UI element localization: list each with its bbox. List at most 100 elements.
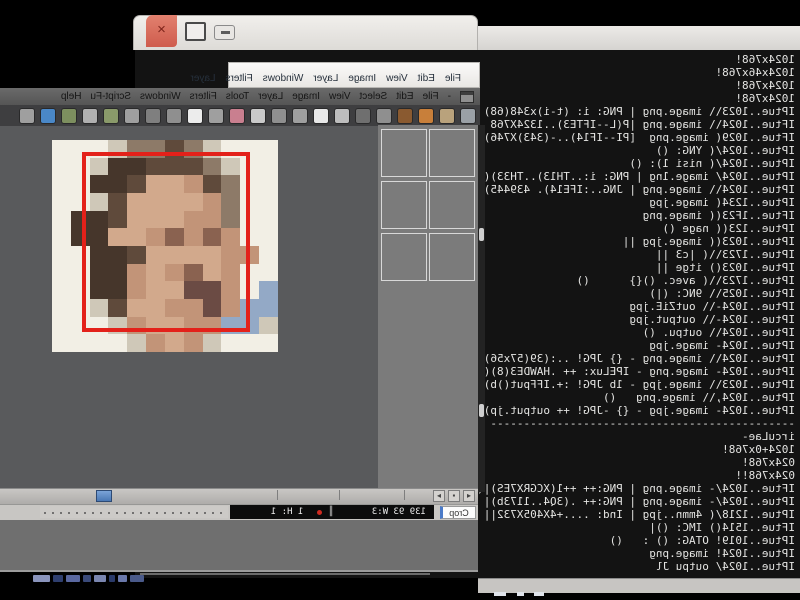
thumbnail-th-face2[interactable]	[430, 182, 474, 228]
tool-icon-5[interactable]	[356, 109, 370, 123]
menu-item-filters[interactable]: Filters	[190, 91, 217, 102]
menu-item-file[interactable]: File	[445, 73, 461, 84]
tool-icon-2[interactable]	[419, 109, 433, 123]
tool-icon-21[interactable]	[20, 109, 34, 123]
tool-icon-6[interactable]	[335, 109, 349, 123]
taskbar-chip[interactable]	[33, 575, 50, 582]
taskbar-chip[interactable]	[66, 575, 80, 582]
taskbar-chip[interactable]	[94, 575, 106, 582]
face-pixel	[259, 193, 278, 211]
close-icon: ×	[157, 21, 166, 38]
face-pixel	[259, 228, 278, 246]
face-pixel	[222, 334, 241, 352]
tool-icon-1[interactable]	[440, 109, 454, 123]
record-dot-icon	[317, 510, 322, 515]
face-pixel	[90, 334, 109, 352]
scroll-nav-button[interactable]: ▸	[433, 490, 445, 502]
face-pixel	[52, 193, 71, 211]
menu-item-select[interactable]: Select	[360, 91, 388, 102]
tool-icon-11[interactable]	[230, 109, 244, 123]
active-tool-label[interactable]: Crop	[440, 506, 476, 519]
face-pixel	[52, 211, 71, 229]
face-pixel	[52, 317, 71, 335]
menu-item-image[interactable]: Image	[292, 91, 320, 102]
scrollbar-tick	[277, 490, 278, 500]
gimp-image-menubar: FileEditViewImageLayerWindowsFiltersLaye…	[228, 62, 480, 88]
thumbnail-th-color[interactable]	[382, 234, 426, 280]
tool-icon-19[interactable]	[62, 109, 76, 123]
terminal-bottom-bar	[478, 578, 800, 593]
face-pixel	[109, 334, 128, 352]
tool-icon-17[interactable]	[104, 109, 118, 123]
tool-icon-4[interactable]	[377, 109, 391, 123]
face-pixel	[259, 158, 278, 176]
crop-dimensions: 139 93 W:3	[372, 505, 426, 519]
tool-icon-7[interactable]	[314, 109, 328, 123]
thumbnail-th-noise[interactable]	[382, 130, 426, 176]
tool-icon-13[interactable]	[188, 109, 202, 123]
scroll-nav-button[interactable]: ◂	[463, 490, 475, 502]
taskbar-chip[interactable]	[130, 575, 144, 582]
taskbar-chip[interactable]	[118, 575, 127, 582]
scrollbar-blue-button[interactable]	[96, 490, 112, 502]
menu-item-image[interactable]: Image	[348, 73, 376, 84]
tool-icon-18[interactable]	[83, 109, 97, 123]
face-pixel	[240, 334, 259, 352]
thumbnail-th-portrait[interactable]	[430, 234, 474, 280]
face-pixel	[259, 211, 278, 229]
taskbar-chip[interactable]	[53, 575, 63, 582]
menu-item-view[interactable]: View	[386, 73, 408, 84]
face-pixel	[52, 175, 71, 193]
thumbnail-th-face1[interactable]	[382, 182, 426, 228]
gimp-main-menubar: -FileEditSelectViewImageLayerToolsFilter…	[0, 88, 480, 105]
gimp-lower-dock-area	[0, 520, 478, 572]
menu-item-filters[interactable]: Filters	[226, 73, 253, 84]
menu-item-scriptfu[interactable]: Script-Fu	[90, 91, 131, 102]
menu-item-edit[interactable]: Edit	[418, 73, 435, 84]
window-menu-icon[interactable]	[460, 91, 474, 103]
tool-icon-14[interactable]	[167, 109, 181, 123]
separator-bars: ║	[328, 505, 333, 519]
tool-icon-9[interactable]	[272, 109, 286, 123]
tool-icon-3[interactable]	[398, 109, 412, 123]
tool-icon-15[interactable]	[146, 109, 160, 123]
face-pixel	[203, 334, 222, 352]
taskbar-chip[interactable]	[83, 575, 91, 582]
tool-icon-20[interactable]	[41, 109, 55, 123]
menu-item-windows[interactable]: Windows	[140, 91, 181, 102]
menu-item-windows[interactable]: Windows	[263, 73, 304, 84]
face-pixel	[259, 281, 278, 299]
minimize-button[interactable]	[214, 25, 235, 40]
menu-item-help[interactable]: Help	[61, 91, 82, 102]
face-pixel	[127, 334, 146, 352]
tool-icon-8[interactable]	[293, 109, 307, 123]
dock-resize-handle[interactable]	[479, 228, 484, 241]
face-pixel	[52, 246, 71, 264]
close-button[interactable]: ×	[146, 15, 177, 47]
maximize-button[interactable]	[185, 22, 206, 41]
tool-icon-12[interactable]	[209, 109, 223, 123]
tool-icon-10[interactable]	[251, 109, 265, 123]
menu-item-view[interactable]: View	[329, 91, 351, 102]
tool-icon-16[interactable]	[125, 109, 139, 123]
face-pixel	[165, 334, 184, 352]
face-pixel	[259, 246, 278, 264]
gimp-toolbar	[0, 105, 480, 126]
taskbar-edge-line	[140, 573, 430, 575]
menu-item-edit[interactable]: Edit	[396, 91, 413, 102]
face-pixel	[52, 281, 71, 299]
menu-item-layer[interactable]: Layer	[313, 73, 338, 84]
dock-resize-handle[interactable]	[479, 404, 484, 417]
thumbnail-th-foliage[interactable]	[430, 130, 474, 176]
dock-panel-edge[interactable]	[478, 125, 485, 492]
thumbnail-dock	[378, 125, 478, 492]
scroll-nav-button[interactable]: ▪	[448, 490, 460, 502]
tool-icon-0[interactable]	[461, 109, 475, 123]
menu-item-file[interactable]: File	[423, 91, 439, 102]
taskbar-chip[interactable]	[109, 575, 115, 582]
menu-item-tools[interactable]: Tools	[226, 91, 249, 102]
face-pixel	[52, 264, 71, 282]
menu-item-layer[interactable]: Layer	[191, 73, 216, 84]
horizontal-scrollbar[interactable]	[0, 488, 478, 504]
menu-item-layer[interactable]: Layer	[258, 91, 283, 102]
